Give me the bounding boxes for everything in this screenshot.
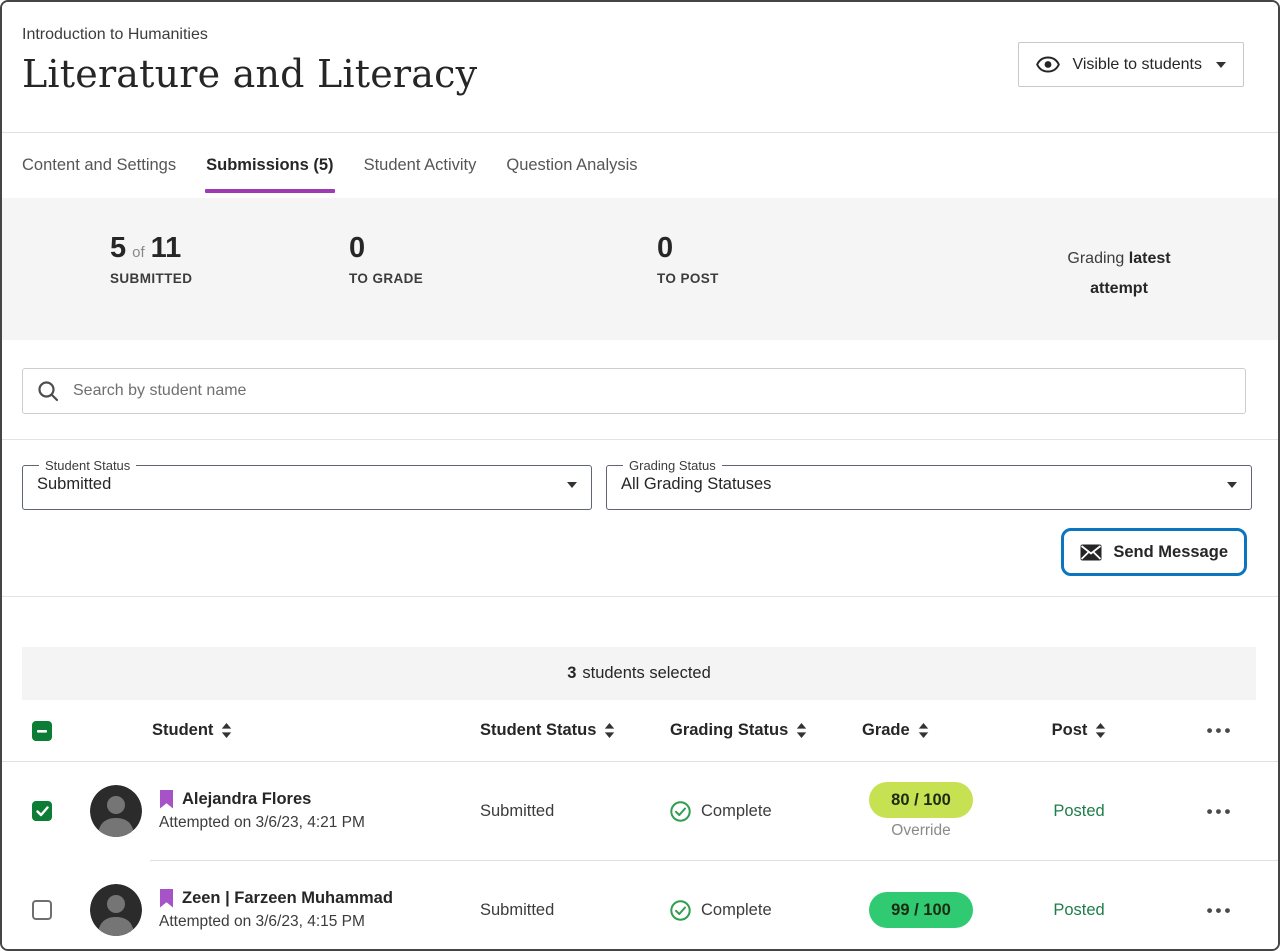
avatar <box>90 884 142 936</box>
send-message-label: Send Message <box>1113 543 1228 562</box>
student-status-value: Submitted <box>37 475 111 494</box>
row-checkbox[interactable] <box>32 801 52 821</box>
grade-pill[interactable]: 99 / 100 <box>869 892 973 928</box>
table-header-row: Student Student Status Grading Status Gr… <box>2 700 1278 762</box>
search-box[interactable] <box>22 368 1246 414</box>
select-all-checkbox[interactable] <box>32 721 52 741</box>
stat-submitted: 5 of 11 SUBMITTED <box>110 232 192 286</box>
grade-override-note: Override <box>891 822 950 840</box>
student-name-link[interactable]: Alejandra Flores <box>182 790 311 809</box>
accommodation-bookmark-icon <box>159 790 174 809</box>
submissions-table: 3 students selected Student Student Stat… <box>2 647 1278 951</box>
grading-status-cell: Complete <box>670 801 846 822</box>
sort-icon <box>604 723 615 738</box>
column-header-grading-status[interactable]: Grading Status <box>670 721 846 740</box>
table-options-menu-button[interactable]: ••• <box>1207 722 1234 739</box>
stat-to-grade: 0 TO GRADE <box>349 232 423 286</box>
tab-submissions[interactable]: Submissions (5) <box>206 133 333 198</box>
tab-question-analysis[interactable]: Question Analysis <box>506 133 637 198</box>
grading-status-value: All Grading Statuses <box>621 475 771 494</box>
envelope-icon <box>1080 544 1102 561</box>
visibility-dropdown-button[interactable]: Visible to students <box>1018 42 1244 87</box>
selection-count: 3 <box>567 664 576 683</box>
grade-pill[interactable]: 80 / 100 <box>869 782 973 818</box>
post-status-button[interactable]: Posted <box>996 901 1162 920</box>
table-row: Zeen | Farzeen Muhammad Attempted on 3/6… <box>2 861 1278 951</box>
row-options-menu-button[interactable]: ••• <box>1207 803 1234 820</box>
complete-check-icon <box>670 801 691 822</box>
send-message-focus-ring: Send Message <box>1061 528 1247 576</box>
attempt-timestamp: Attempted on 3/6/23, 4:15 PM <box>159 913 393 931</box>
selection-text: students selected <box>582 664 710 683</box>
grading-status-label: Grading Status <box>623 458 722 473</box>
submissions-page: Introduction to Humanities Literature an… <box>0 0 1280 951</box>
complete-check-icon <box>670 900 691 921</box>
eye-icon <box>1036 56 1060 73</box>
send-message-button[interactable]: Send Message <box>1066 533 1242 571</box>
filters-section: Student Status Submitted Grading Status … <box>2 440 1278 597</box>
table-row: Alejandra Flores Attempted on 3/6/23, 4:… <box>2 762 1278 860</box>
student-name-link[interactable]: Zeen | Farzeen Muhammad <box>182 889 393 908</box>
stat-to-post: 0 TO POST <box>657 232 719 286</box>
tab-bar: Content and Settings Submissions (5) Stu… <box>2 132 1278 198</box>
attempt-timestamp: Attempted on 3/6/23, 4:21 PM <box>159 814 365 832</box>
grading-mode-label: Grading latest attempt <box>1044 244 1194 304</box>
post-status-button[interactable]: Posted <box>996 802 1162 821</box>
sort-icon <box>221 723 232 738</box>
grading-status-select[interactable]: Grading Status All Grading Statuses <box>606 458 1252 510</box>
stats-strip: 5 of 11 SUBMITTED 0 TO GRADE 0 TO POST G… <box>2 198 1278 340</box>
row-checkbox[interactable] <box>32 900 52 920</box>
chevron-down-icon <box>1216 62 1226 68</box>
row-options-menu-button[interactable]: ••• <box>1207 902 1234 919</box>
chevron-down-icon <box>567 482 577 488</box>
column-header-grade[interactable]: Grade <box>846 721 996 740</box>
search-section <box>2 340 1278 440</box>
column-header-student[interactable]: Student <box>68 721 480 740</box>
student-status-label: Student Status <box>39 458 136 473</box>
selection-summary: 3 students selected <box>22 647 1256 700</box>
sort-icon <box>918 723 929 738</box>
tab-content-and-settings[interactable]: Content and Settings <box>22 133 176 198</box>
grading-status-cell: Complete <box>670 900 846 921</box>
column-header-post[interactable]: Post <box>996 721 1162 740</box>
tab-student-activity[interactable]: Student Activity <box>364 133 477 198</box>
sort-icon <box>1095 723 1106 738</box>
sort-icon <box>796 723 807 738</box>
student-status-cell: Submitted <box>480 901 670 920</box>
accommodation-bookmark-icon <box>159 889 174 908</box>
search-input[interactable] <box>73 382 1231 400</box>
student-status-cell: Submitted <box>480 802 670 821</box>
avatar <box>90 785 142 837</box>
chevron-down-icon <box>1227 482 1237 488</box>
visibility-label: Visible to students <box>1072 56 1202 74</box>
student-status-select[interactable]: Student Status Submitted <box>22 458 592 510</box>
page-header: Introduction to Humanities Literature an… <box>2 2 1278 132</box>
column-header-student-status[interactable]: Student Status <box>480 721 670 740</box>
search-icon <box>37 380 59 402</box>
